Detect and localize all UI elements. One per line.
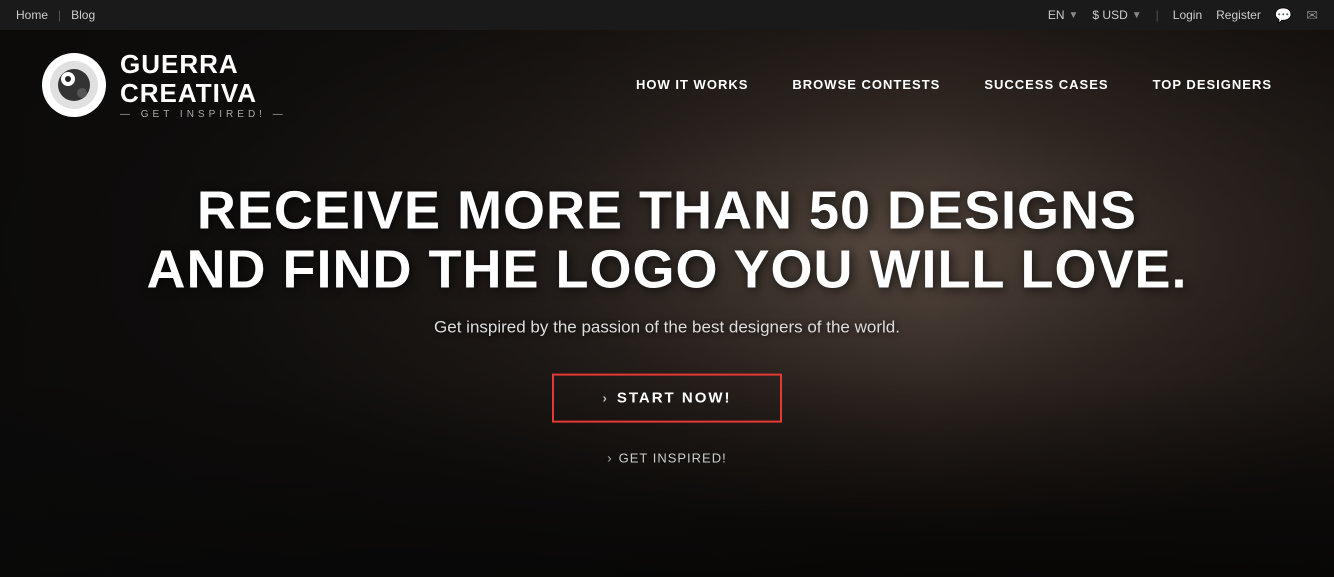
nav-link-top-designers[interactable]: TOP DESIGNERS <box>1131 77 1294 92</box>
nav-item-how-it-works[interactable]: HOW IT WORKS <box>614 76 770 94</box>
chat-icon[interactable]: 💬 <box>1275 7 1292 24</box>
lang-arrow-icon: ▼ <box>1068 10 1078 21</box>
nav-link-browse-contests[interactable]: BROWSE CONTESTS <box>770 77 962 92</box>
inspired-chevron-icon: › <box>607 451 612 466</box>
top-bar-actions: EN ▼ $ USD ▼ | Login Register 💬 ✉ <box>1048 7 1318 24</box>
hero-subtitle: Get inspired by the passion of the best … <box>0 318 1334 338</box>
nav-separator: | <box>58 8 61 22</box>
register-link[interactable]: Register <box>1216 8 1261 22</box>
get-inspired-button[interactable]: › GET INSPIRED! <box>607 451 726 466</box>
logo-text: GUERRA CREATIVA — GET INSPIRED! — <box>120 50 287 120</box>
hero-section: GUERRA CREATIVA — GET INSPIRED! — HOW IT… <box>0 30 1334 577</box>
logo-name: GUERRA CREATIVA <box>120 50 287 107</box>
hero-title: RECEIVE MORE THAN 50 DESIGNS AND FIND TH… <box>0 181 1334 300</box>
nav-link-success-cases[interactable]: SUCCESS CASES <box>962 77 1130 92</box>
hero-content: RECEIVE MORE THAN 50 DESIGNS AND FIND TH… <box>0 181 1334 466</box>
currency-selector[interactable]: $ USD ▼ <box>1092 8 1141 22</box>
language-selector[interactable]: EN ▼ <box>1048 8 1079 22</box>
currency-arrow-icon: ▼ <box>1132 10 1142 21</box>
start-chevron-icon: › <box>602 391 608 406</box>
nav-item-top-designers[interactable]: TOP DESIGNERS <box>1131 76 1294 94</box>
logo-link[interactable]: GUERRA CREATIVA — GET INSPIRED! — <box>40 50 287 120</box>
hero-cta-group: › START NOW! › GET INSPIRED! <box>0 374 1334 466</box>
home-link[interactable]: Home <box>16 8 48 22</box>
blog-link[interactable]: Blog <box>71 8 95 22</box>
logo-icon <box>40 51 108 119</box>
start-now-button[interactable]: › START NOW! <box>552 374 781 423</box>
login-link[interactable]: Login <box>1173 8 1202 22</box>
nav-links: HOW IT WORKS BROWSE CONTESTS SUCCESS CAS… <box>614 76 1294 94</box>
nav-item-success-cases[interactable]: SUCCESS CASES <box>962 76 1130 94</box>
top-bar-nav: Home | Blog <box>16 8 95 22</box>
top-bar: Home | Blog EN ▼ $ USD ▼ | Login Registe… <box>0 0 1334 30</box>
nav-item-browse-contests[interactable]: BROWSE CONTESTS <box>770 76 962 94</box>
nav-link-how-it-works[interactable]: HOW IT WORKS <box>614 77 770 92</box>
logo-tagline: — GET INSPIRED! — <box>120 109 287 120</box>
mail-icon[interactable]: ✉ <box>1306 7 1318 24</box>
main-nav: GUERRA CREATIVA — GET INSPIRED! — HOW IT… <box>0 30 1334 140</box>
